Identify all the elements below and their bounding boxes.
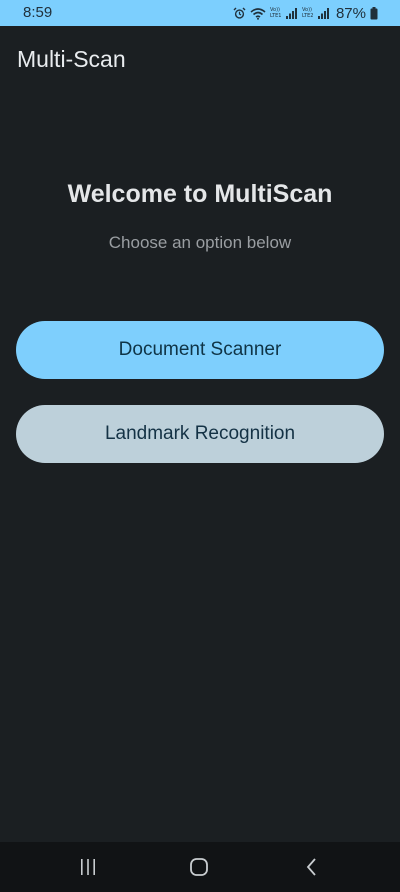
volte-icon: Vo)) LTE1 [270, 6, 282, 20]
signal-icon [285, 7, 298, 19]
app-screen: 8:59 Vo)) LTE1 Vo)) LTE2 87% Multi-Scan … [0, 0, 400, 892]
battery-icon [370, 6, 378, 20]
recents-icon[interactable] [76, 855, 100, 879]
status-bar: 8:59 Vo)) LTE1 Vo)) LTE2 87% [0, 0, 400, 26]
alarm-icon [233, 7, 246, 20]
app-title: Multi-Scan [17, 46, 126, 72]
status-time: 8:59 [23, 4, 53, 21]
svg-text:LTE2: LTE2 [302, 13, 314, 19]
svg-text:LTE1: LTE1 [270, 13, 282, 19]
signal-icon [317, 7, 330, 19]
subtitle: Choose an option below [108, 233, 292, 252]
status-icons: Vo)) LTE1 Vo)) LTE2 87% [233, 4, 378, 22]
home-icon[interactable] [187, 855, 211, 879]
wifi-icon [250, 7, 266, 20]
back-icon[interactable] [300, 855, 324, 879]
volte-icon: Vo)) LTE2 [302, 6, 314, 20]
landmark-recognition-button[interactable]: Landmark Recognition [16, 405, 384, 463]
welcome-title: Welcome to MultiScan [67, 180, 333, 208]
battery-percent: 87% [335, 4, 366, 22]
navigation-bar [0, 842, 400, 892]
document-scanner-button[interactable]: Document Scanner [16, 321, 384, 379]
